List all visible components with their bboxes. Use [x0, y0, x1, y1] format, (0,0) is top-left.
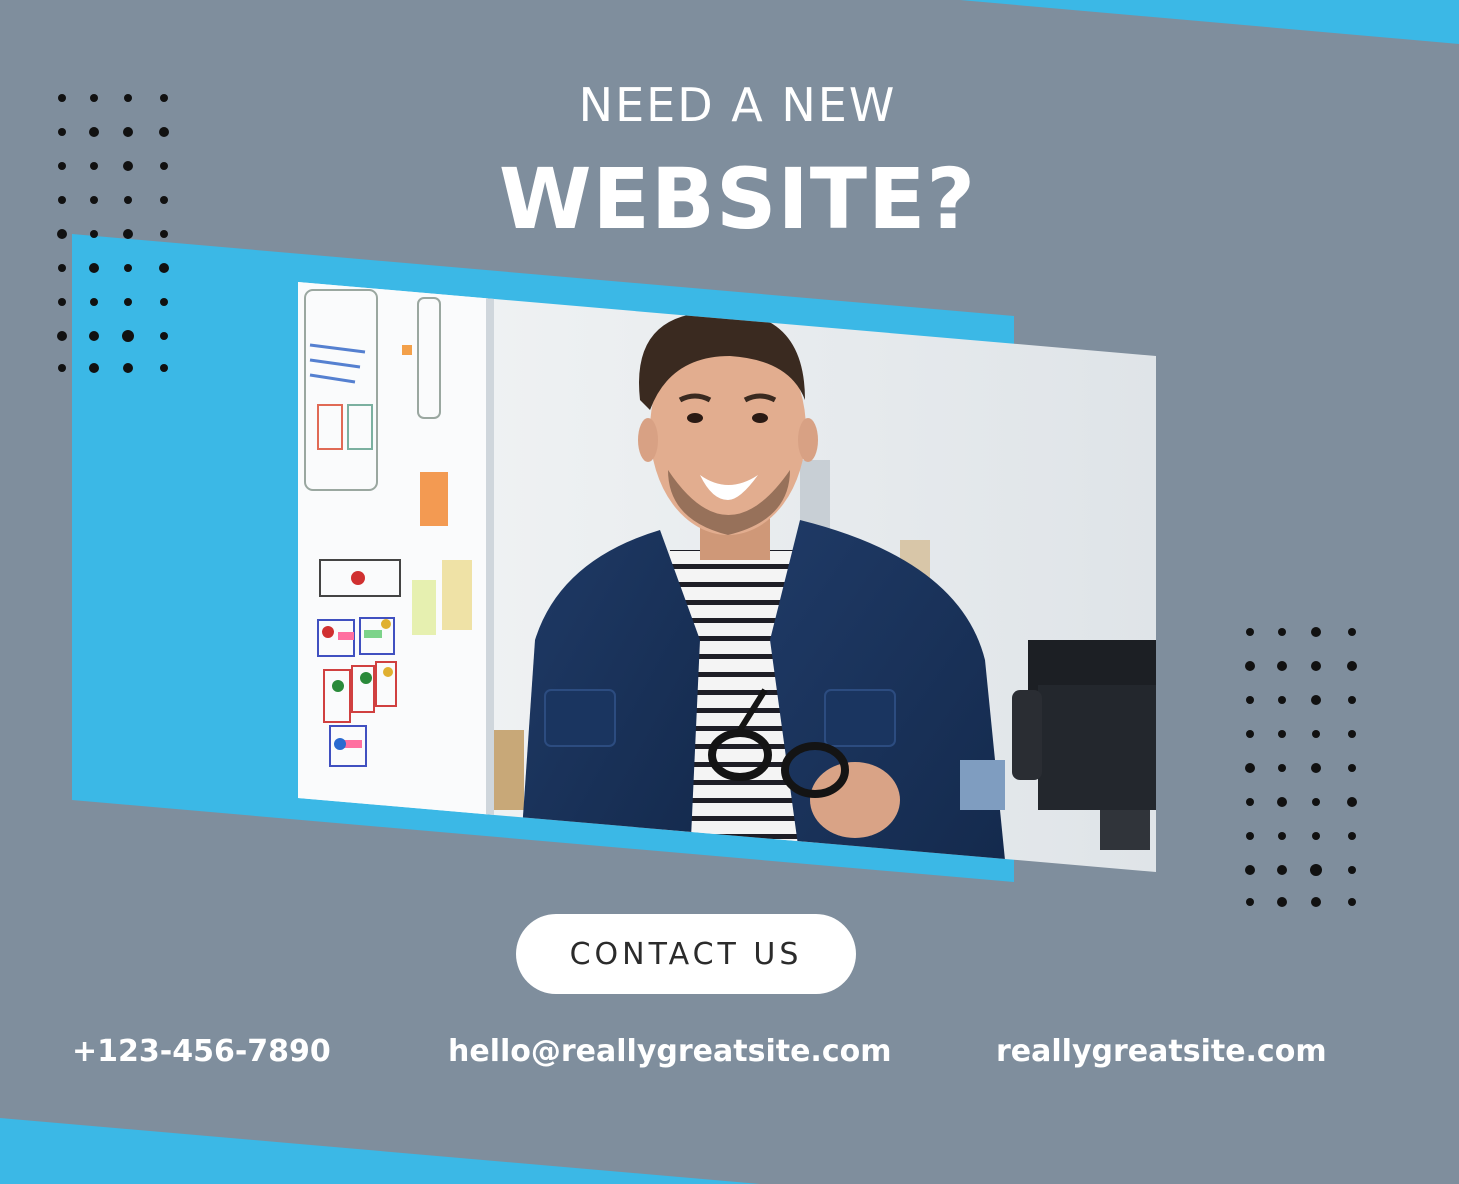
- smiling-man-photo: [298, 282, 1156, 872]
- email-link[interactable]: hello@reallygreatsite.com: [448, 1034, 891, 1069]
- phone-number-text: +123-456-7890: [72, 1034, 331, 1069]
- bottom-accent-stripe: [0, 1118, 760, 1184]
- email-text: hello@reallygreatsite.com: [448, 1034, 892, 1069]
- phone-number[interactable]: +123-456-7890: [72, 1034, 331, 1069]
- contact-us-button[interactable]: CONTACT US: [516, 914, 856, 994]
- website-text: reallygreatsite.com: [996, 1034, 1327, 1069]
- website-link[interactable]: reallygreatsite.com: [996, 1034, 1327, 1069]
